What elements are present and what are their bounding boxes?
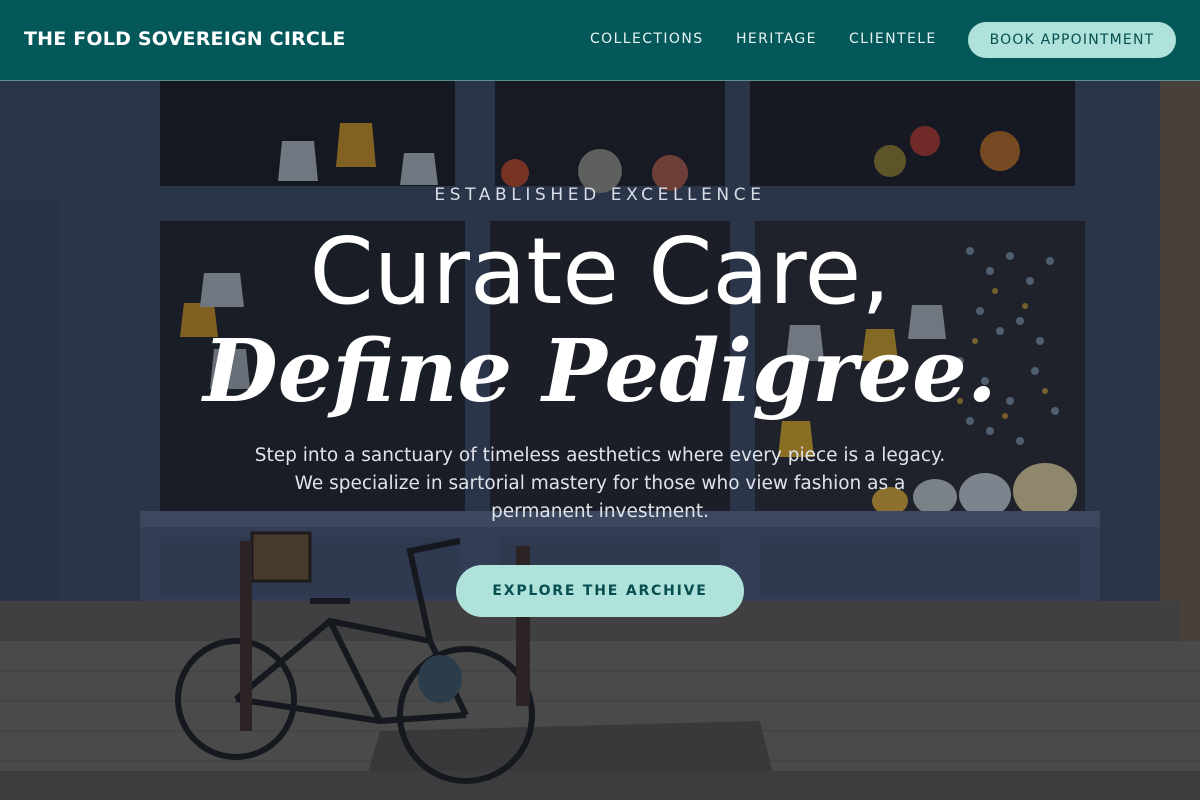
site-header: THE FOLD SOVEREIGN CIRCLE COLLECTIONS HE… bbox=[0, 0, 1200, 81]
explore-archive-button[interactable]: EXPLORE THE ARCHIVE bbox=[456, 565, 744, 617]
nav-collections[interactable]: COLLECTIONS bbox=[590, 31, 703, 47]
nav-heritage[interactable]: HERITAGE bbox=[736, 31, 817, 47]
book-appointment-button[interactable]: BOOK APPOINTMENT bbox=[968, 22, 1176, 58]
nav-clientele[interactable]: CLIENTELE bbox=[849, 31, 937, 47]
hero-description: Step into a sanctuary of timeless aesthe… bbox=[254, 445, 946, 522]
hero-headline-line2: Define Pedigree. bbox=[203, 321, 997, 422]
brand-logo[interactable]: THE FOLD SOVEREIGN CIRCLE bbox=[24, 28, 346, 50]
hero-headline-line1: Curate Care, bbox=[309, 218, 891, 325]
hero-eyebrow: ESTABLISHED EXCELLENCE bbox=[434, 185, 766, 205]
